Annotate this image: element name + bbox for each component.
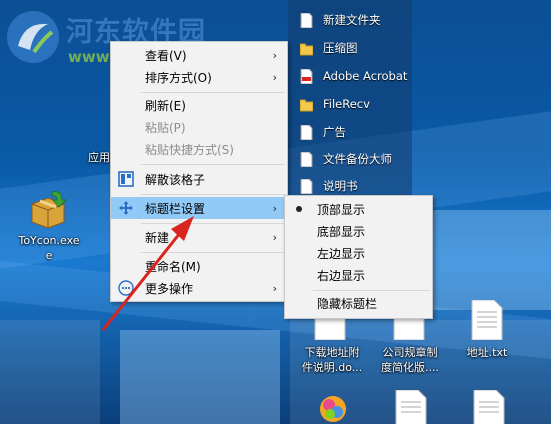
annotation-arrow-icon — [101, 216, 194, 331]
